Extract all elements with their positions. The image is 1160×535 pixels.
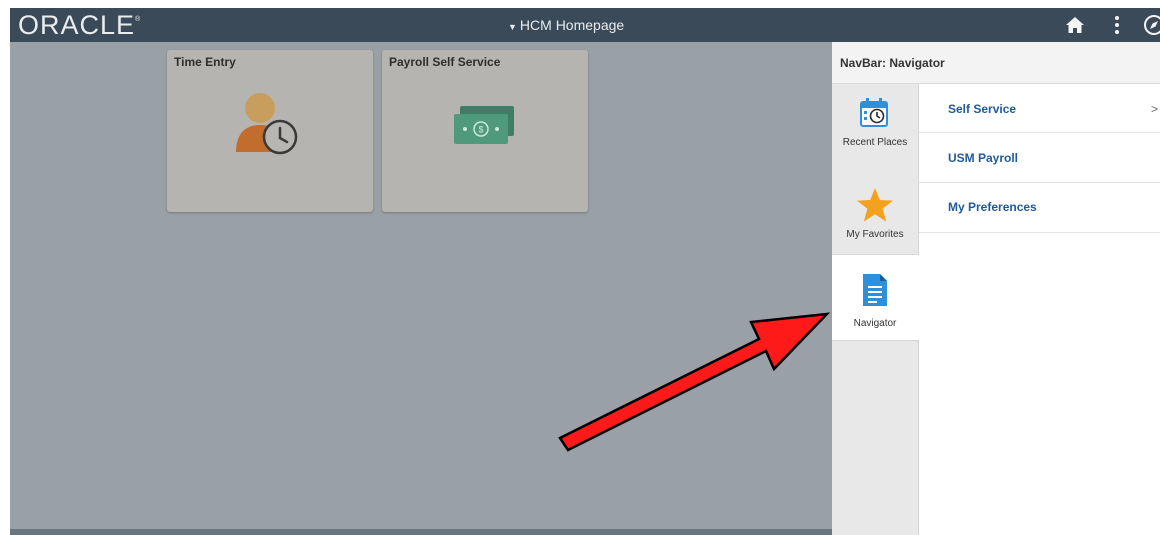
top-bar: ORACLE® ▼ HCM Homepage [10, 8, 1160, 42]
menu-item-usm-payroll[interactable]: USM Payroll [919, 133, 1160, 183]
calendar-clock-icon [860, 98, 888, 127]
actions-menu-icon[interactable] [1104, 12, 1130, 38]
rail-label: Navigator [853, 318, 897, 329]
menu-item-my-preferences[interactable]: My Preferences [919, 183, 1160, 233]
rail-item-recent-places[interactable]: Recent Places [832, 84, 918, 169]
tile-time-entry[interactable]: Time Entry [167, 50, 373, 212]
rail-item-my-favorites[interactable]: My Favorites [832, 169, 918, 254]
menu-item-self-service[interactable]: Self Service > [919, 84, 1160, 133]
navbar-panel: NavBar: Navigator Recent Places My Favor… [832, 42, 1160, 535]
navbar-rail: Recent Places My Favorites Navigator [832, 84, 919, 535]
home-icon[interactable] [1062, 12, 1088, 38]
tile-title: Payroll Self Service [389, 55, 501, 69]
tile-payroll-self-service[interactable]: Payroll Self Service $ [382, 50, 588, 212]
oracle-logo[interactable]: ORACLE® [18, 10, 141, 41]
navbar-compass-icon[interactable] [1141, 12, 1160, 38]
menu-item-label: Self Service [948, 102, 1017, 116]
panel-title: NavBar: Navigator [840, 56, 945, 70]
svg-text:$: $ [478, 125, 483, 135]
menu-item-label: USM Payroll [948, 151, 1019, 165]
star-icon [857, 188, 893, 222]
rail-label: My Favorites [846, 229, 904, 240]
navigator-menu: Self Service > USM Payroll My Preference… [919, 84, 1160, 233]
bottom-strip [10, 529, 832, 535]
homepage-selector[interactable]: ▼ HCM Homepage [508, 17, 624, 33]
menu-item-label: My Preferences [948, 200, 1037, 214]
tile-title: Time Entry [174, 55, 236, 69]
navbar-panel-header: NavBar: Navigator [832, 42, 1160, 84]
money-bills-icon: $ [454, 106, 514, 144]
rail-item-navigator[interactable]: Navigator [832, 254, 919, 341]
homepage-content: Time Entry Payroll Self Service $ [10, 42, 832, 535]
document-icon [863, 274, 887, 306]
app-window: ORACLE® ▼ HCM Homepage Time Entry Payroll… [10, 8, 1160, 535]
chevron-right-icon: > [1150, 102, 1158, 116]
rail-label: Recent Places [842, 137, 908, 148]
page-title: HCM Homepage [519, 17, 625, 33]
person-clock-icon [236, 93, 298, 155]
caret-down-icon: ▼ [508, 22, 517, 32]
